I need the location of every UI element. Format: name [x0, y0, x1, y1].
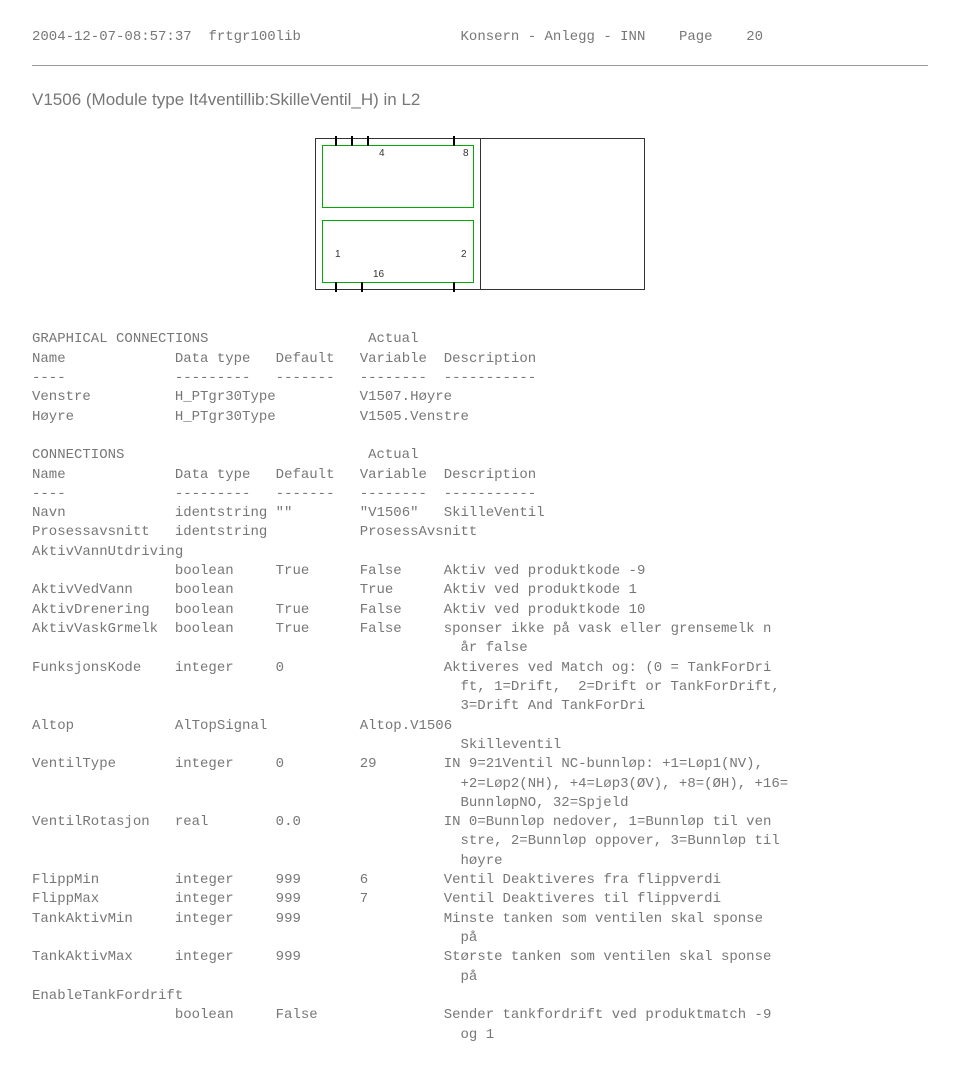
diag-16: 16: [373, 269, 384, 280]
hdr-center: Konsern - Anlegg - INN: [461, 29, 646, 45]
diag-8: 8: [463, 148, 469, 159]
cn-actual: Actual: [368, 447, 418, 463]
diag-2: 2: [461, 249, 467, 260]
cn-heading: CONNECTIONS: [32, 447, 124, 463]
hdr-lib: frtgr100lib: [208, 29, 300, 45]
hdr-pl: Page: [679, 29, 713, 45]
diag-1: 1: [335, 249, 341, 260]
connections: CONNECTIONS Actual Name Data type Defaul…: [32, 427, 928, 1045]
gc-heading: GRAPHICAL CONNECTIONS: [32, 331, 208, 347]
module-diagram: 4 8 1 2 16: [315, 138, 645, 290]
divider: [32, 65, 928, 66]
diag-4: 4: [379, 148, 385, 159]
gc-actual: Actual: [368, 331, 418, 347]
module-title: V1506 (Module type It4ventillib:SkilleVe…: [32, 90, 928, 110]
page-header: 2004-12-07-08:57:37 frtgr100lib Konsern …: [32, 28, 928, 47]
hdr-pn: 20: [746, 29, 763, 45]
graphical-connections: GRAPHICAL CONNECTIONS Actual Name Data t…: [32, 330, 928, 427]
hdr-ts: 2004-12-07-08:57:37: [32, 29, 192, 45]
